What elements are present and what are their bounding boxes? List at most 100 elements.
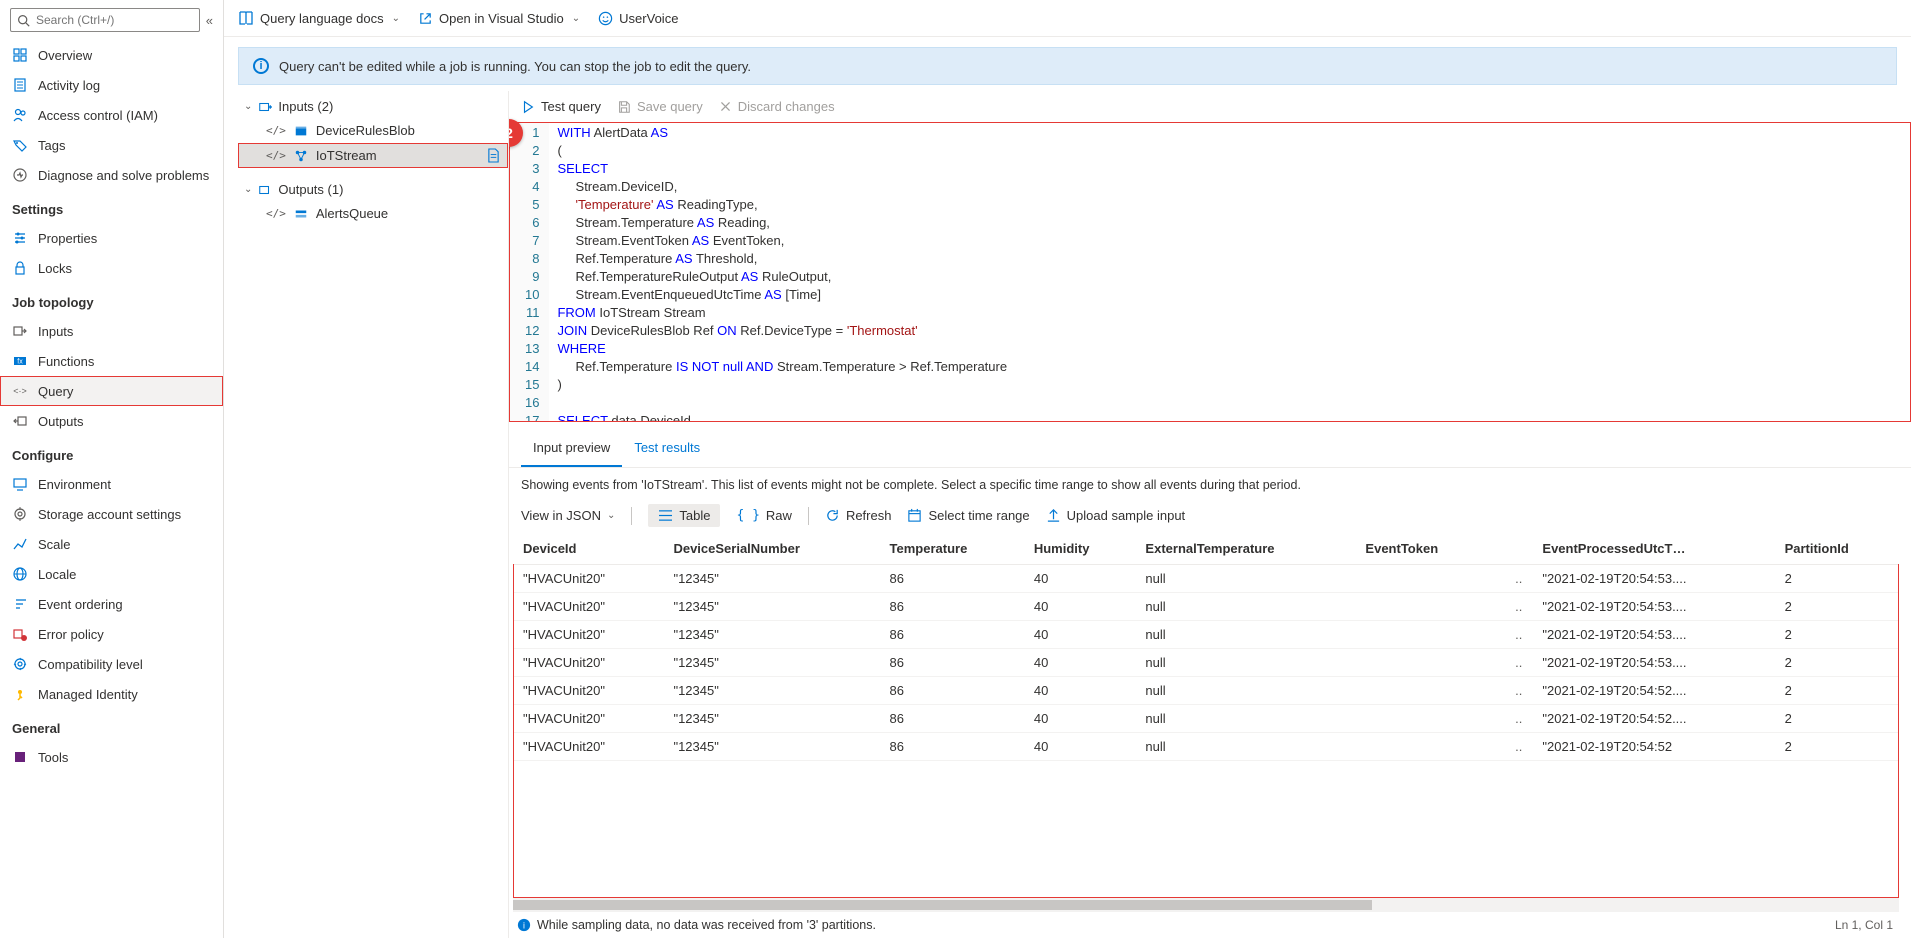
query-language-docs-link[interactable]: Query language docs ⌄ bbox=[238, 10, 400, 26]
column-header[interactable]: Temperature bbox=[880, 533, 1024, 565]
sidebar-item-compatibility-level[interactable]: Compatibility level bbox=[0, 649, 223, 679]
cell: 40 bbox=[1024, 677, 1136, 705]
table-row[interactable]: "HVACUnit20""12345"8640null.."2021-02-19… bbox=[513, 649, 1899, 677]
table-row[interactable]: "HVACUnit20""12345"8640null.."2021-02-19… bbox=[513, 677, 1899, 705]
sidebar-item-query[interactable]: <·> Query bbox=[0, 376, 223, 406]
cell: "12345" bbox=[663, 677, 879, 705]
cell: "12345" bbox=[663, 621, 879, 649]
label: Query bbox=[38, 384, 73, 399]
view-in-json-button[interactable]: View in JSON ⌄ bbox=[521, 508, 615, 523]
sidebar-section-header: General bbox=[0, 709, 223, 742]
column-header[interactable]: DeviceId bbox=[513, 533, 663, 565]
input-preview-table[interactable]: DeviceIdDeviceSerialNumberTemperatureHum… bbox=[513, 533, 1899, 898]
sidebar-item-tools[interactable]: Tools bbox=[0, 742, 223, 772]
cell: 86 bbox=[880, 565, 1024, 593]
column-header[interactable]: EventProcessedUtcT… bbox=[1532, 533, 1774, 565]
table-row[interactable]: "HVACUnit20""12345"8640null.."2021-02-19… bbox=[513, 565, 1899, 593]
refresh-button[interactable]: Refresh bbox=[825, 508, 892, 523]
sidebar-item-diagnose-and-solve-problems[interactable]: Diagnose and solve problems bbox=[0, 160, 223, 190]
add-output-icon[interactable] bbox=[258, 183, 272, 197]
svg-text:fx: fx bbox=[17, 359, 23, 366]
sidebar-item-inputs[interactable]: Inputs bbox=[0, 316, 223, 346]
save-query-button: Save query bbox=[617, 99, 703, 114]
collapse-sidebar-button[interactable]: « bbox=[206, 13, 213, 28]
table-view-button[interactable]: Table bbox=[648, 504, 720, 527]
cell: 2 bbox=[1775, 677, 1899, 705]
cell: "12345" bbox=[663, 733, 879, 761]
test-query-button[interactable]: Test query bbox=[521, 99, 601, 114]
table-row[interactable]: "HVACUnit20""12345"8640null.."2021-02-19… bbox=[513, 705, 1899, 733]
outputs-tree-header[interactable]: ⌄ Outputs (1) bbox=[238, 178, 508, 201]
status-bar: i While sampling data, no data was recei… bbox=[513, 912, 1899, 938]
label: AlertsQueue bbox=[316, 206, 388, 221]
uservoice-link[interactable]: UserVoice bbox=[598, 11, 678, 26]
smiley-icon bbox=[598, 11, 613, 26]
cell: "HVACUnit20" bbox=[513, 677, 663, 705]
inputs-icon bbox=[12, 323, 28, 339]
tab-test-results[interactable]: Test results bbox=[622, 430, 712, 467]
upload-sample-input-button[interactable]: Upload sample input bbox=[1046, 508, 1186, 523]
input-item-iotstream[interactable]: </>IoTStream bbox=[238, 143, 508, 168]
sidebar-item-access-control-iam-[interactable]: Access control (IAM) bbox=[0, 100, 223, 130]
cell: 86 bbox=[880, 621, 1024, 649]
input-item-devicerulesblob[interactable]: </>DeviceRulesBlob bbox=[238, 118, 508, 143]
raw-view-button[interactable]: { } Raw bbox=[736, 508, 792, 523]
label: Open in Visual Studio bbox=[439, 11, 564, 26]
line-number-gutter: 1234567891011121314151617 bbox=[509, 122, 549, 422]
sidebar-item-locks[interactable]: Locks bbox=[0, 253, 223, 283]
sidebar-item-overview[interactable]: Overview bbox=[0, 40, 223, 70]
sidebar-item-activity-log[interactable]: Activity log bbox=[0, 70, 223, 100]
sidebar-item-error-policy[interactable]: Error policy bbox=[0, 619, 223, 649]
column-header[interactable]: DeviceSerialNumber bbox=[663, 533, 879, 565]
cell: 2 bbox=[1775, 649, 1899, 677]
cell: "2021-02-19T20:54:53.... bbox=[1532, 565, 1774, 593]
open-in-visual-studio-link[interactable]: Open in Visual Studio ⌄ bbox=[418, 11, 580, 26]
sidebar-item-locale[interactable]: Locale bbox=[0, 559, 223, 589]
output-item-alertsqueue[interactable]: </>AlertsQueue bbox=[238, 201, 508, 226]
sidebar-item-event-ordering[interactable]: Event ordering bbox=[0, 589, 223, 619]
query-icon: <·> bbox=[12, 383, 28, 399]
cell: 86 bbox=[880, 649, 1024, 677]
cell: null bbox=[1135, 733, 1355, 761]
code-editor[interactable]: 1234567891011121314151617 WITH AlertData… bbox=[509, 122, 1911, 422]
cell: 40 bbox=[1024, 649, 1136, 677]
cell: 40 bbox=[1024, 565, 1136, 593]
book-icon bbox=[238, 10, 254, 26]
table-row[interactable]: "HVACUnit20""12345"8640null.."2021-02-19… bbox=[513, 593, 1899, 621]
sidebar-item-functions[interactable]: fxFunctions bbox=[0, 346, 223, 376]
sidebar: « OverviewActivity logAccess control (IA… bbox=[0, 0, 224, 938]
sidebar-item-outputs[interactable]: Outputs bbox=[0, 406, 223, 436]
cell: "2021-02-19T20:54:53.... bbox=[1532, 593, 1774, 621]
sidebar-item-storage-account-settings[interactable]: Storage account settings bbox=[0, 499, 223, 529]
cell: "HVACUnit20" bbox=[513, 593, 663, 621]
code-content[interactable]: WITH AlertData AS(SELECT Stream.DeviceID… bbox=[549, 122, 1911, 422]
column-header[interactable]: ExternalTemperature bbox=[1135, 533, 1355, 565]
column-header[interactable]: PartitionId bbox=[1775, 533, 1899, 565]
column-header[interactable] bbox=[1492, 533, 1532, 565]
search-input[interactable] bbox=[36, 13, 193, 27]
select-time-range-button[interactable]: Select time range bbox=[907, 508, 1029, 523]
add-input-icon[interactable] bbox=[258, 100, 272, 114]
label: Outputs (1) bbox=[278, 182, 343, 197]
search-box[interactable] bbox=[10, 8, 200, 32]
column-header[interactable]: Humidity bbox=[1024, 533, 1136, 565]
inputs-tree-header[interactable]: ⌄ Inputs (2) bbox=[238, 95, 508, 118]
sidebar-item-scale[interactable]: Scale bbox=[0, 529, 223, 559]
preview-tabs: Input preview Test results bbox=[509, 430, 1911, 468]
sidebar-item-tags[interactable]: Tags bbox=[0, 130, 223, 160]
table-row[interactable]: "HVACUnit20""12345"8640null.."2021-02-19… bbox=[513, 621, 1899, 649]
sidebar-item-managed-identity[interactable]: Managed Identity bbox=[0, 679, 223, 709]
tab-input-preview[interactable]: Input preview bbox=[521, 430, 622, 467]
sidebar-item-properties[interactable]: Properties bbox=[0, 223, 223, 253]
horizontal-scrollbar[interactable] bbox=[513, 898, 1899, 912]
label: UserVoice bbox=[619, 11, 678, 26]
column-header[interactable]: EventToken bbox=[1355, 533, 1492, 565]
label: Test query bbox=[541, 99, 601, 114]
table-header-row: DeviceIdDeviceSerialNumberTemperatureHum… bbox=[513, 533, 1899, 565]
sidebar-item-environment[interactable]: Environment bbox=[0, 469, 223, 499]
calendar-icon bbox=[907, 508, 922, 523]
external-link-icon bbox=[418, 11, 433, 26]
scrollbar-thumb[interactable] bbox=[513, 900, 1372, 910]
table-row[interactable]: "HVACUnit20""12345"8640null.."2021-02-19… bbox=[513, 733, 1899, 761]
label: Upload sample input bbox=[1067, 508, 1186, 523]
